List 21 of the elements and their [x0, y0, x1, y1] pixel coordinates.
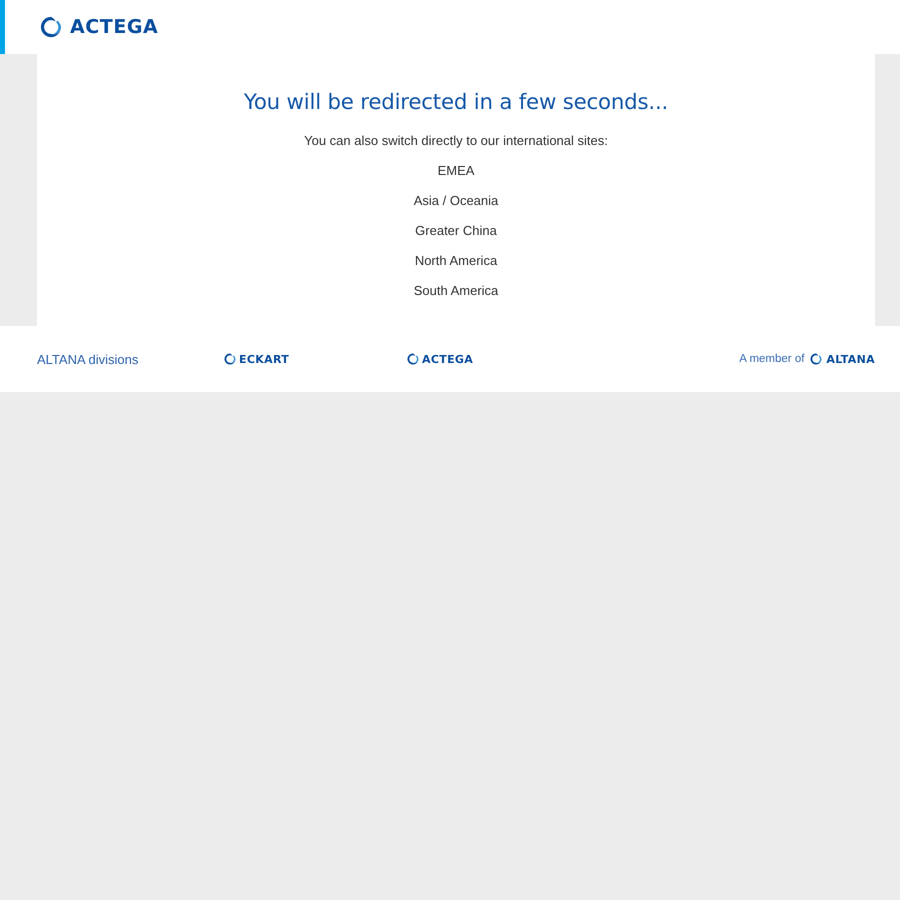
- division-logo-link[interactable]: ECKART: [224, 353, 407, 365]
- logo-mark-icon: [224, 353, 236, 365]
- redirect-heading: You will be redirected in a few seconds...: [244, 89, 668, 117]
- divisions-label: ALTANA divisions: [37, 352, 140, 366]
- logo-mark-icon: [407, 353, 419, 365]
- switch-sites-text: You can also switch directly to our international sites:: [304, 132, 608, 150]
- logo-wordmark: ACTEGA: [70, 18, 158, 36]
- home-logo-link[interactable]: ACTEGA: [40, 16, 158, 38]
- site-link[interactable]: South America: [414, 276, 498, 306]
- member-text: A member of: [739, 353, 804, 365]
- logo-wordmark: ALTANA: [826, 354, 875, 364]
- site-link[interactable]: Greater China: [415, 216, 497, 246]
- logo-mark-icon: [40, 16, 62, 38]
- site-link[interactable]: Asia / Oceania: [414, 186, 498, 216]
- parent-logo-link[interactable]: ALTANA: [810, 353, 875, 365]
- logo-mark-icon: [810, 353, 822, 365]
- logo-wordmark: ECKART: [239, 354, 290, 364]
- site-link[interactable]: EMEA: [438, 156, 474, 186]
- division-logo-link[interactable]: ACTEGA: [407, 353, 740, 365]
- logo-wordmark: ACTEGA: [422, 354, 474, 364]
- site-link[interactable]: North America: [414, 246, 498, 276]
